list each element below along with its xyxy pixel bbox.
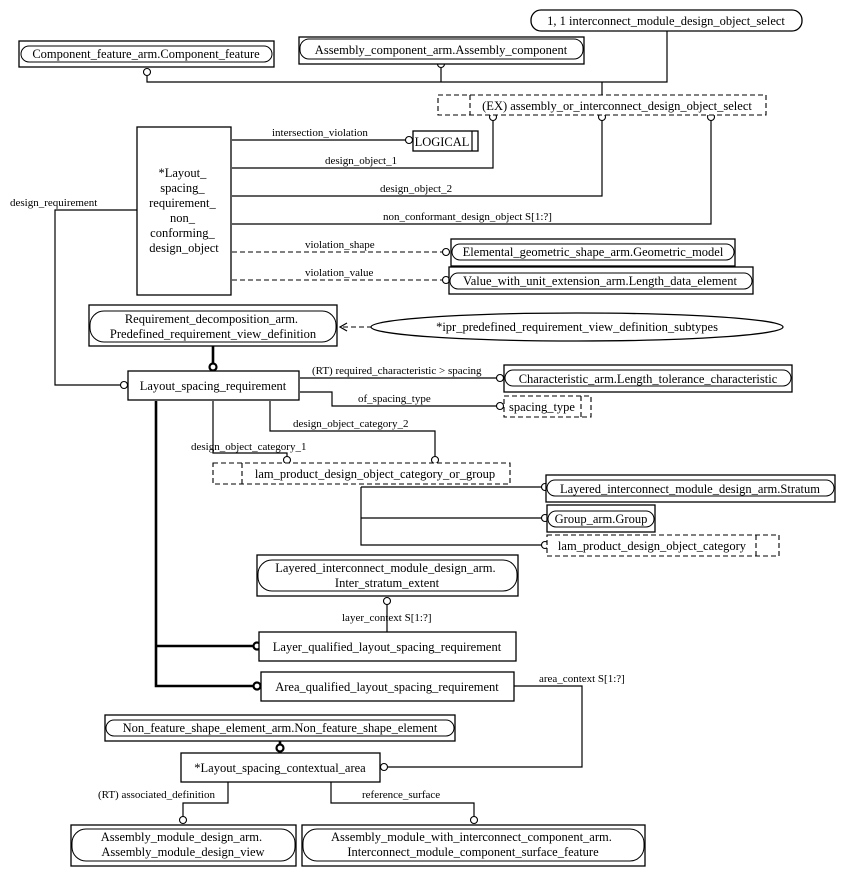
select-assembly-or-interconnect[interactable]: (EX) assembly_or_interconnect_design_obj… [437,94,767,116]
entity-label: Assembly_module_design_arm. Assembly_mod… [101,830,266,859]
entity-length-data-element[interactable]: Value_with_unit_extension_arm.Length_dat… [448,266,754,295]
label-design-requirement: design_requirement [10,197,97,209]
entity-layer-qualified-requirement[interactable]: Layer_qualified_layout_spacing_requireme… [258,631,517,662]
entity-label: Layout_spacing_requirement [140,379,287,393]
thick-circle-icon [252,681,262,691]
label-design-object-category-2: design_object_category_2 [293,418,408,430]
entity-predefined-requirement-view-definition[interactable]: Requirement_decomposition_arm. Predefine… [88,304,338,347]
entity-label: Assembly_module_with_interconnect_compon… [331,830,615,859]
circle-icon [379,762,389,772]
type-logical[interactable]: LOGICAL [412,130,479,152]
label-design-object-1: design_object_1 [325,155,397,167]
label-violation-shape: violation_shape [305,239,375,251]
entity-label: Assembly_component_arm.Assembly_componen… [315,43,568,57]
label-design-object-category-1: design_object_category_1 [191,441,306,453]
connector-select-category [360,487,542,546]
page-reference-interconnect-select[interactable]: 1, 1 interconnect_module_design_object_s… [530,9,803,32]
circle-icon [404,135,414,145]
entity-label: Elemental_geometric_shape_arm.Geometric_… [463,245,724,259]
entity-label: Characteristic_arm.Length_tolerance_char… [519,372,778,386]
entity-non-conforming-design-object[interactable]: *Layout_ spacing_ requirement_ non_ conf… [136,126,232,296]
entity-interconnect-surface-feature[interactable]: Assembly_module_with_interconnect_compon… [301,824,646,867]
entity-area-qualified-requirement[interactable]: Area_qualified_layout_spacing_requiremen… [260,671,515,702]
entity-label: Value_with_unit_extension_arm.Length_dat… [463,274,737,288]
entity-assembly-module-design-view[interactable]: Assembly_module_design_arm. Assembly_mod… [70,824,297,867]
type-design-object-category[interactable]: lam_product_design_object_category [546,534,780,557]
thick-circle-icon [275,743,285,753]
label-non-conformant-design-object: non_conformant_design_object S[1:?] [383,211,552,223]
entity-inter-stratum-extent[interactable]: Layered_interconnect_module_design_arm. … [256,554,519,597]
circle-icon [495,373,505,383]
entity-label: 1, 1 interconnect_module_design_object_s… [547,14,785,28]
entity-label: Layered_interconnect_module_design_arm.S… [560,482,820,496]
circle-icon [178,815,188,825]
label-area-context: area_context S[1:?] [539,673,625,685]
entity-stratum[interactable]: Layered_interconnect_module_design_arm.S… [545,474,836,503]
type-spacing-type[interactable]: spacing_type [503,395,592,418]
entity-label: Component_feature_arm.Component_feature [32,47,260,61]
circle-icon [119,380,129,390]
entity-contextual-area[interactable]: *Layout_spacing_contextual_area [180,752,381,783]
entity-label: Non_feature_shape_element_arm.Non_featur… [123,721,438,735]
circle-icon [469,815,479,825]
label-associated-definition: (RT) associated_definition [98,789,215,801]
entity-label: Group_arm.Group [555,512,648,526]
express-g-diagram: intersection_violation design_object_1 d… [10,9,836,867]
label-layer-context: layer_context S[1:?] [342,612,432,624]
subtype-constraint-ipr[interactable]: *ipr_predefined_requirement_view_definit… [370,312,784,342]
select-category-or-group[interactable]: lam_product_design_object_category_or_gr… [212,462,511,485]
label-of-spacing-type: of_spacing_type [358,393,431,405]
label-intersection-violation: intersection_violation [272,127,368,139]
label-design-object-2: design_object_2 [380,183,452,195]
circle-icon [441,247,451,257]
entity-assembly-component[interactable]: Assembly_component_arm.Assembly_componen… [298,36,585,65]
entity-label: *ipr_predefined_requirement_view_definit… [436,320,718,334]
entity-label: (EX) assembly_or_interconnect_design_obj… [482,99,752,113]
entity-layout-spacing-requirement[interactable]: Layout_spacing_requirement [127,370,300,401]
entity-label: lam_product_design_object_category [558,539,747,553]
entity-length-tolerance-characteristic[interactable]: Characteristic_arm.Length_tolerance_char… [503,364,793,393]
entity-label: Area_qualified_layout_spacing_requiremen… [275,680,499,694]
label-violation-value: violation_value [305,267,374,279]
entity-component-feature[interactable]: Component_feature_arm.Component_feature [18,40,275,68]
thick-circle-icon [208,362,218,372]
label-required-characteristic: (RT) required_characteristic > spacing [312,365,482,377]
entity-label: lam_product_design_object_category_or_gr… [255,467,495,481]
entity-label: Requirement_decomposition_arm. Predefine… [110,312,317,341]
circle-icon [382,596,392,606]
entity-non-feature-shape-element[interactable]: Non_feature_shape_element_arm.Non_featur… [104,714,456,742]
connector-design-requirement [54,209,137,386]
circle-icon [142,67,152,77]
entity-label: *Layout_spacing_contextual_area [194,761,366,775]
circle-icon [495,401,505,411]
entity-label: spacing_type [509,400,575,414]
entity-group[interactable]: Group_arm.Group [546,504,656,533]
entity-label: Layer_qualified_layout_spacing_requireme… [273,640,502,654]
label-reference-surface: reference_surface [362,789,440,801]
entity-geometric-model[interactable]: Elemental_geometric_shape_arm.Geometric_… [450,238,736,267]
entity-label: LOGICAL [415,135,470,149]
